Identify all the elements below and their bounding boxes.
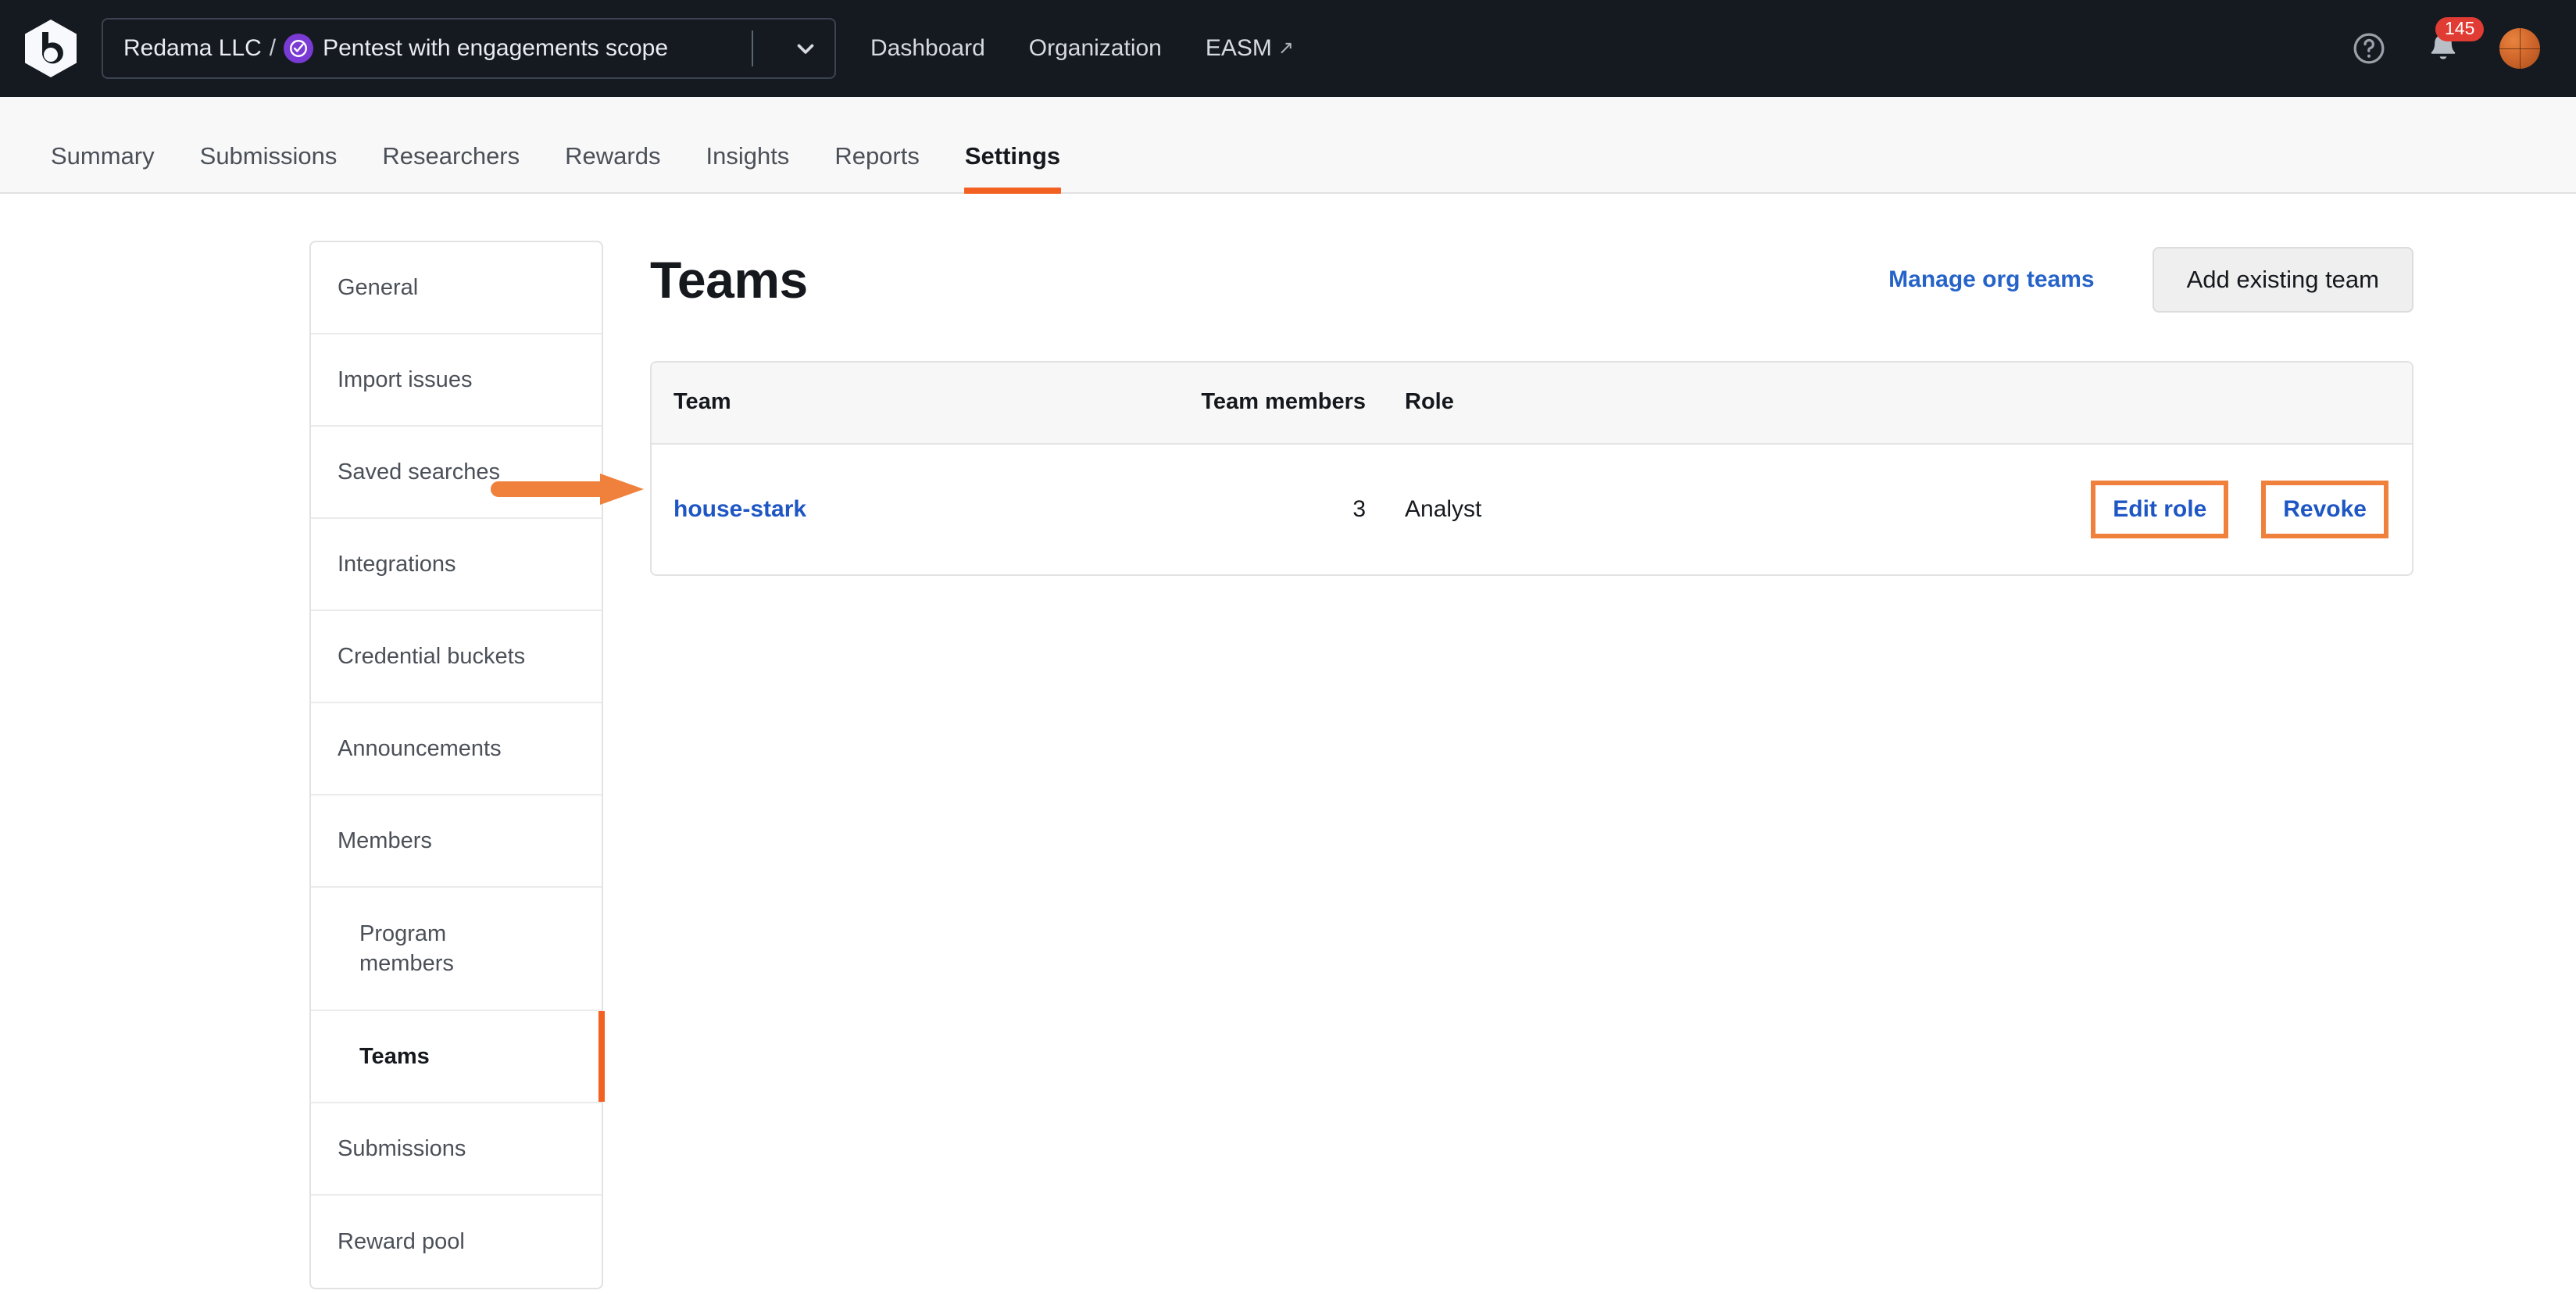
- sidebar-item-import-issues[interactable]: Import issues: [311, 334, 602, 427]
- settings-sidebar: General Import issues Saved searches Int…: [309, 241, 605, 1289]
- header-actions: Manage org teams Add existing team: [1888, 247, 2413, 313]
- sidebar-item-submissions-label: Submissions: [338, 1135, 466, 1161]
- program-selector-divider: [752, 30, 753, 66]
- cell-team-members: 3: [1352, 496, 1366, 522]
- top-link-organization[interactable]: Organization: [1029, 35, 1162, 62]
- sidebar-item-announcements-label: Announcements: [338, 735, 502, 761]
- main-nav-tabs: Summary Submissions Researchers Rewards …: [0, 97, 2576, 194]
- sidebar-item-reward-pool-label: Reward pool: [338, 1228, 465, 1254]
- tab-rewards[interactable]: Rewards: [542, 142, 683, 192]
- sidebar-item-program-members[interactable]: Program members: [311, 888, 602, 1011]
- cell-role: Analyst: [1405, 496, 1482, 522]
- top-nav-links: Dashboard Organization EASM ↗: [870, 35, 1294, 62]
- sidebar-item-saved-searches-label: Saved searches: [338, 459, 500, 484]
- sidebar-item-members-label: Members: [338, 828, 432, 853]
- teams-table-head: Team Team members Role: [652, 363, 2412, 445]
- row-actions: Edit role Revoke: [1714, 481, 2388, 538]
- column-header-actions: [1714, 363, 2412, 445]
- top-bar-right-actions: 145: [2351, 17, 2540, 69]
- external-link-icon: ↗: [1277, 38, 1295, 59]
- teams-table: Team Team members Role house-stark 3 Ana…: [652, 363, 2412, 574]
- page-title: Teams: [650, 251, 808, 309]
- sidebar-item-general[interactable]: General: [311, 242, 602, 334]
- notification-count-badge: 145: [2435, 17, 2485, 41]
- table-header-row: Team Team members Role: [652, 363, 2412, 445]
- sidebar-item-reward-pool[interactable]: Reward pool: [311, 1196, 602, 1288]
- team-name-link[interactable]: house-stark: [673, 496, 806, 522]
- tab-rewards-label: Rewards: [565, 142, 661, 170]
- tab-summary[interactable]: Summary: [28, 142, 177, 192]
- add-existing-team-button[interactable]: Add existing team: [2152, 247, 2413, 313]
- edit-role-button[interactable]: Edit role: [2091, 481, 2229, 538]
- top-link-dashboard[interactable]: Dashboard: [870, 35, 985, 62]
- sidebar-item-teams[interactable]: Teams: [311, 1011, 605, 1103]
- tab-researchers[interactable]: Researchers: [359, 142, 542, 192]
- sidebar-item-credential-buckets-label: Credential buckets: [338, 643, 526, 669]
- tab-reports-label: Reports: [834, 142, 920, 170]
- manage-org-teams-link[interactable]: Manage org teams: [1888, 266, 2094, 293]
- question-circle-icon[interactable]: [2351, 30, 2387, 66]
- sidebar-item-teams-label: Teams: [359, 1043, 430, 1069]
- tab-submissions[interactable]: Submissions: [177, 142, 360, 192]
- main-header: Teams Manage org teams Add existing team: [650, 242, 2413, 317]
- main-content: Teams Manage org teams Add existing team…: [650, 241, 2413, 1289]
- sidebar-item-announcements[interactable]: Announcements: [311, 703, 602, 795]
- top-link-organization-label: Organization: [1028, 35, 1162, 61]
- program-selector-org: Redama LLC: [123, 35, 262, 61]
- sidebar-item-import-issues-label: Import issues: [338, 366, 473, 392]
- revoke-button[interactable]: Revoke: [2261, 481, 2388, 538]
- column-header-team: Team: [652, 363, 1152, 445]
- teams-table-card: Team Team members Role house-stark 3 Ana…: [650, 361, 2413, 576]
- column-header-team-members: Team members: [1152, 363, 1386, 445]
- page-body: General Import issues Saved searches Int…: [0, 194, 2576, 1289]
- top-link-easm[interactable]: EASM ↗: [1206, 35, 1294, 62]
- top-bar: Redama LLC / Pentest with engagements sc…: [0, 0, 2576, 97]
- tab-insights[interactable]: Insights: [683, 142, 812, 192]
- sidebar-item-integrations-label: Integrations: [338, 551, 456, 577]
- tab-insights-label: Insights: [706, 142, 790, 170]
- teams-table-body: house-stark 3 Analyst Edit role Revoke: [652, 444, 2412, 574]
- sidebar-item-members[interactable]: Members: [311, 795, 602, 888]
- sidebar-item-saved-searches[interactable]: Saved searches: [311, 427, 602, 519]
- program-selector-separator: /: [269, 35, 277, 61]
- tab-settings[interactable]: Settings: [942, 142, 1083, 194]
- notifications-bell[interactable]: 145: [2424, 17, 2485, 67]
- tab-submissions-label: Submissions: [199, 142, 338, 170]
- table-row: house-stark 3 Analyst Edit role Revoke: [652, 444, 2412, 574]
- program-selector[interactable]: Redama LLC / Pentest with engagements sc…: [102, 18, 836, 79]
- sidebar-item-integrations[interactable]: Integrations: [311, 519, 602, 611]
- sidebar-item-program-members-label: Program members: [359, 920, 454, 976]
- program-selector-program: Pentest with engagements scope: [323, 35, 669, 61]
- tab-summary-label: Summary: [51, 142, 155, 170]
- sidebar-item-credential-buckets[interactable]: Credential buckets: [311, 611, 602, 703]
- tab-settings-label: Settings: [964, 142, 1061, 170]
- cell-actions: Edit role Revoke: [1714, 444, 2412, 574]
- column-header-role: Role: [1386, 363, 1714, 445]
- tab-reports[interactable]: Reports: [812, 142, 942, 192]
- sidebar-item-general-label: General: [338, 274, 419, 300]
- user-avatar[interactable]: [2499, 28, 2540, 69]
- tab-researchers-label: Researchers: [382, 142, 520, 170]
- cell-team: house-stark: [652, 444, 1152, 574]
- sidebar-item-submissions[interactable]: Submissions: [311, 1103, 602, 1196]
- chevron-down-icon[interactable]: [780, 35, 831, 62]
- top-link-easm-label: EASM: [1205, 35, 1272, 61]
- verified-check-icon: [284, 34, 314, 63]
- top-link-dashboard-label: Dashboard: [870, 35, 985, 61]
- bugcrowd-logo-icon[interactable]: [19, 16, 83, 80]
